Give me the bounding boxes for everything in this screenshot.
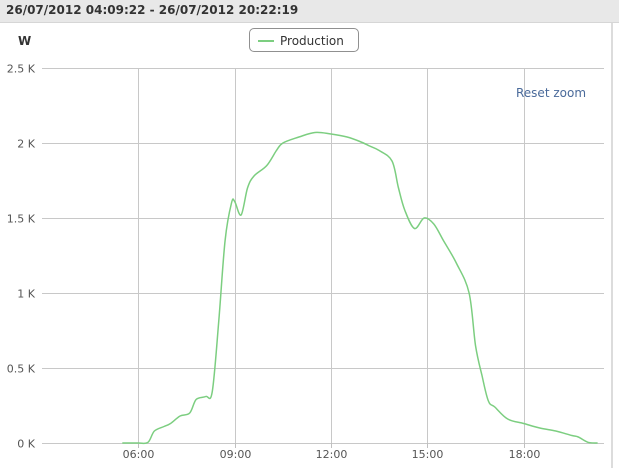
x-tick-label: 09:00: [220, 448, 252, 461]
x-tick-label: 15:00: [412, 448, 444, 461]
y-tick-label: 0.5 K: [7, 363, 36, 376]
legend-series-swatch: [258, 40, 274, 42]
chart-legend[interactable]: Production: [249, 28, 359, 52]
y-axis-unit-label: W: [18, 34, 32, 48]
legend-item-production[interactable]: Production: [280, 34, 344, 48]
chart-plot-area: 0 K 0.5 K 1 K 1.5 K 2 K 2.5 K 06:00 09:00 12:00 1…: [7, 63, 604, 461]
x-tick-label: 12:00: [316, 448, 348, 461]
reset-zoom-button[interactable]: Reset zoom: [516, 86, 586, 100]
y-tick-label: 2 K: [17, 138, 35, 151]
y-tick-label: 1 K: [17, 288, 35, 301]
y-tick-label: 1.5 K: [7, 213, 36, 226]
y-tick-label: 0 K: [17, 438, 35, 451]
y-tick-label: 2.5 K: [7, 63, 36, 76]
series-line-production: [122, 131, 598, 445]
x-tick-label: 06:00: [123, 448, 155, 461]
x-tick-label: 18:00: [509, 448, 541, 461]
